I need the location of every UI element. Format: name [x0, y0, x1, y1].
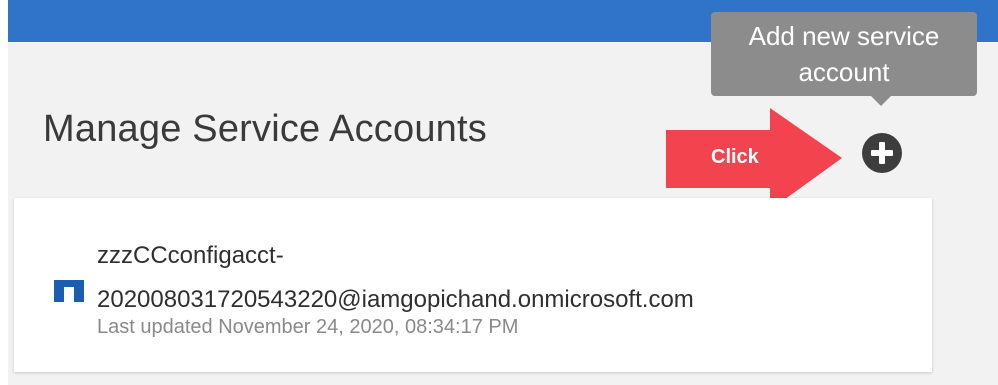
plus-circle-icon: [871, 142, 893, 164]
add-service-account-button[interactable]: [862, 133, 902, 173]
netapp-logo-icon: [54, 280, 84, 302]
account-last-updated: Last updated November 24, 2020, 08:34:17…: [97, 316, 519, 338]
service-account-card[interactable]: zzzCCconfigacct- 20200803172054322​0@iam…: [14, 198, 932, 372]
add-account-tooltip: Add new service account: [711, 12, 977, 96]
click-callout-label: Click: [711, 146, 759, 168]
tooltip-pointer: [871, 96, 891, 106]
account-name-line1: zzzCCconfigacct-: [97, 242, 284, 269]
top-bar-edge: [0, 0, 8, 42]
account-name-line2: 20200803172054322​0@iamgopichand.onmicro…: [97, 286, 694, 313]
account-name: zzzCCconfigacct- 20200803172054322​0@iam…: [97, 234, 694, 322]
page-title: Manage Service Accounts: [43, 108, 487, 150]
